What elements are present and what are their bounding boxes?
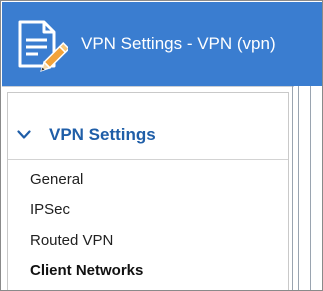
grid-line <box>298 86 299 290</box>
section-title: VPN Settings <box>49 125 156 144</box>
settings-sidebar: VPN Settings General IPSec Routed VPN Cl… <box>7 92 289 290</box>
section-header-vpn-settings[interactable]: VPN Settings <box>8 124 288 148</box>
content-area: VPN Settings General IPSec Routed VPN Cl… <box>2 86 322 290</box>
panel-divider <box>292 86 293 290</box>
content-top-border <box>2 86 322 87</box>
vpn-settings-window: VPN Settings - VPN (vpn) VPN Settings Ge… <box>0 0 323 291</box>
document-edit-icon <box>18 20 68 72</box>
sidebar-item-ipsec[interactable]: IPSec <box>30 200 70 220</box>
sidebar-item-routed-vpn[interactable]: Routed VPN <box>30 231 113 251</box>
sidebar-item-general[interactable]: General <box>30 170 83 190</box>
window-title: VPN Settings - VPN (vpn) <box>81 34 276 53</box>
section-divider <box>8 159 288 160</box>
title-bar: VPN Settings - VPN (vpn) <box>2 2 322 86</box>
grid-line <box>310 86 311 290</box>
chevron-down-icon[interactable] <box>17 130 31 140</box>
sidebar-item-client-networks[interactable]: Client Networks <box>30 261 143 281</box>
